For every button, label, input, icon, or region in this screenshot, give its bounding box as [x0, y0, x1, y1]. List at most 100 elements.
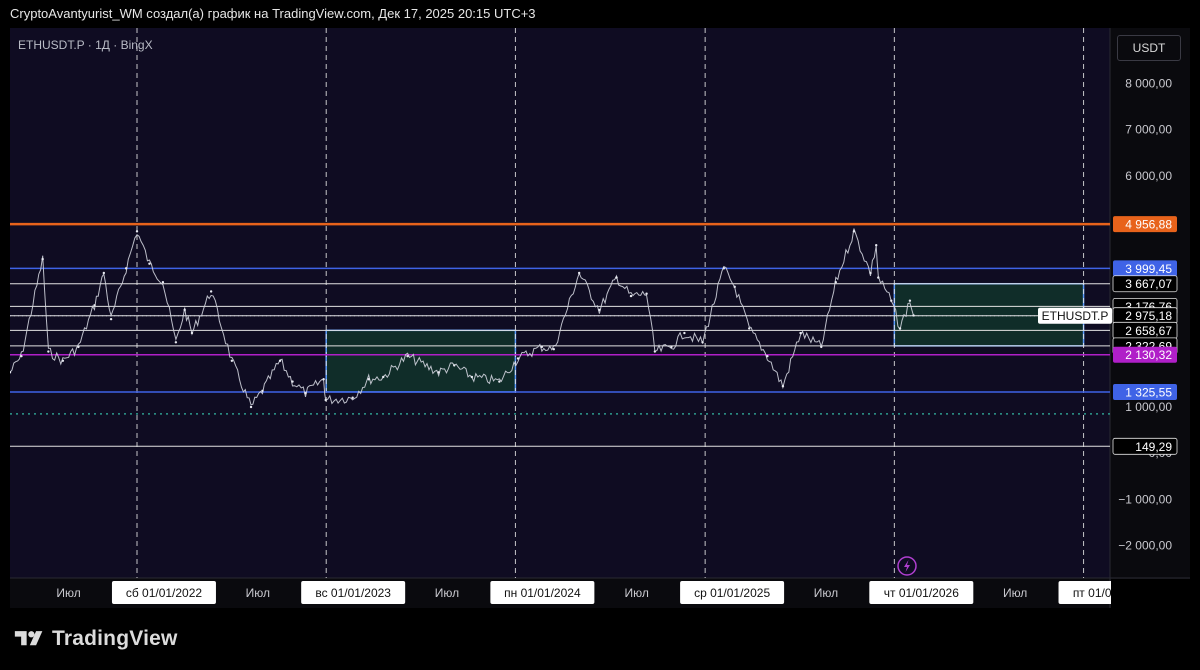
svg-text:3 999,45: 3 999,45 — [1125, 262, 1172, 276]
x-tick-label: Июл — [56, 586, 80, 600]
price-point — [367, 378, 370, 381]
level-price-tag[interactable]: 3 999,45 — [1113, 260, 1177, 277]
price-point — [875, 244, 878, 247]
x-tick-label: Июл — [435, 586, 459, 600]
price-point — [20, 354, 23, 358]
price-point — [552, 348, 555, 351]
price-point — [109, 317, 113, 321]
price-point — [722, 267, 726, 270]
currency-selector[interactable]: USDT — [1117, 35, 1181, 61]
price-point — [629, 294, 633, 298]
price-point — [766, 354, 769, 358]
x-tick-label: вс 01/01/2023 — [315, 586, 391, 600]
price-point — [190, 331, 194, 335]
price-point — [683, 331, 686, 335]
x-tick: Июл — [1003, 586, 1027, 600]
price-point — [540, 345, 544, 349]
y-tick-label: 8 000,00 — [1125, 76, 1172, 90]
tradingview-logo-icon — [14, 631, 43, 646]
tradingview-brand: TradingView — [52, 627, 178, 650]
price-point — [645, 292, 648, 295]
x-tick-label: Июл — [1003, 586, 1027, 600]
price-point — [183, 308, 186, 312]
x-tick-label: сб 01/01/2022 — [126, 586, 203, 600]
x-tick-label: ср 01/01/2025 — [694, 586, 770, 600]
price-point — [322, 378, 325, 381]
price-point — [890, 299, 893, 302]
price-point — [748, 327, 751, 330]
price-point — [877, 276, 880, 279]
price-point — [61, 359, 65, 362]
x-tick-label: Июл — [246, 586, 270, 600]
price-axis-corner — [1111, 579, 1200, 608]
price-point — [820, 345, 823, 349]
price-point — [304, 391, 307, 395]
price-point — [869, 271, 872, 275]
price-point — [898, 327, 902, 330]
svg-text:ETHUSDT.P: ETHUSDT.P — [1042, 309, 1109, 323]
x-tick: сб 01/01/2022 — [111, 581, 216, 604]
price-point — [733, 285, 736, 289]
svg-text:4 956,88: 4 956,88 — [1125, 218, 1172, 232]
price-point — [102, 271, 106, 275]
level-price-tag[interactable]: 149,29 — [1112, 437, 1178, 455]
price-point — [470, 375, 474, 379]
x-tick: ср 01/01/2025 — [680, 581, 785, 604]
price-point — [598, 308, 601, 312]
level-price-tag[interactable]: 2 975,18 — [1112, 307, 1178, 325]
x-tick: пн 01/01/2024 — [490, 581, 595, 604]
x-tick: Июл — [246, 586, 270, 600]
svg-text:2 975,18: 2 975,18 — [1125, 309, 1172, 323]
svg-text:3 667,07: 3 667,07 — [1125, 277, 1172, 291]
price-point — [291, 380, 294, 383]
x-tick: Июл — [814, 586, 838, 600]
level-price-tag[interactable]: 1 325,55 — [1113, 383, 1177, 400]
svg-text:149,29: 149,29 — [1135, 440, 1172, 454]
price-point — [406, 354, 409, 358]
price-chart[interactable]: 8 000,007 000,006 000,001 000,000,00−1 0… — [0, 28, 1200, 608]
price-point — [10, 371, 12, 374]
price-point — [852, 230, 856, 233]
price-point — [230, 359, 234, 362]
level-price-tag[interactable]: 3 667,07 — [1112, 275, 1178, 293]
price-point — [278, 359, 282, 362]
price-point — [453, 364, 456, 367]
price-point — [670, 345, 673, 349]
symbol-info[interactable]: ETHUSDT.P · 1Д · BingX — [18, 38, 153, 52]
price-point — [161, 281, 165, 284]
price-point — [912, 314, 915, 317]
price-point — [261, 389, 264, 393]
level-price-tag[interactable]: 4 956,88 — [1113, 216, 1177, 233]
x-tick: Июл — [435, 586, 459, 600]
attribution-text: CryptoAvantyurist_WM создал(а) график на… — [10, 6, 536, 21]
y-tick-label: 7 000,00 — [1125, 123, 1172, 137]
price-point — [437, 371, 440, 374]
price-point — [324, 398, 327, 402]
svg-text:2 130,32: 2 130,32 — [1125, 348, 1172, 362]
price-point — [135, 230, 139, 233]
price-point — [382, 375, 385, 379]
x-tick-label: пн 01/01/2024 — [504, 586, 581, 600]
price-point — [41, 257, 44, 261]
price-point — [351, 396, 354, 399]
price-point — [93, 304, 96, 307]
svg-text:1 325,55: 1 325,55 — [1125, 385, 1172, 399]
price-point — [615, 276, 618, 279]
price-point — [799, 331, 802, 335]
price-point — [516, 357, 520, 360]
price-point — [781, 384, 785, 388]
price-point — [77, 345, 80, 349]
price-point — [174, 341, 178, 344]
x-tick-label: чт 01/01/2026 — [884, 586, 959, 600]
chart-area[interactable]: 8 000,007 000,006 000,001 000,000,00−1 0… — [0, 28, 1200, 608]
level-price-tag[interactable]: 2 130,32 — [1113, 346, 1177, 363]
footer: TradingView — [12, 624, 178, 654]
price-point — [124, 267, 128, 270]
x-tick: вс 01/01/2023 — [301, 581, 406, 604]
price-point — [653, 350, 657, 353]
y-tick-label: 6 000,00 — [1125, 169, 1172, 183]
level-price-tag[interactable]: 2 658,67 — [1112, 321, 1178, 339]
price-point — [47, 350, 50, 353]
x-tick-label: Июл — [814, 586, 838, 600]
last-price-tag[interactable]: ETHUSDT.P — [1038, 307, 1112, 324]
